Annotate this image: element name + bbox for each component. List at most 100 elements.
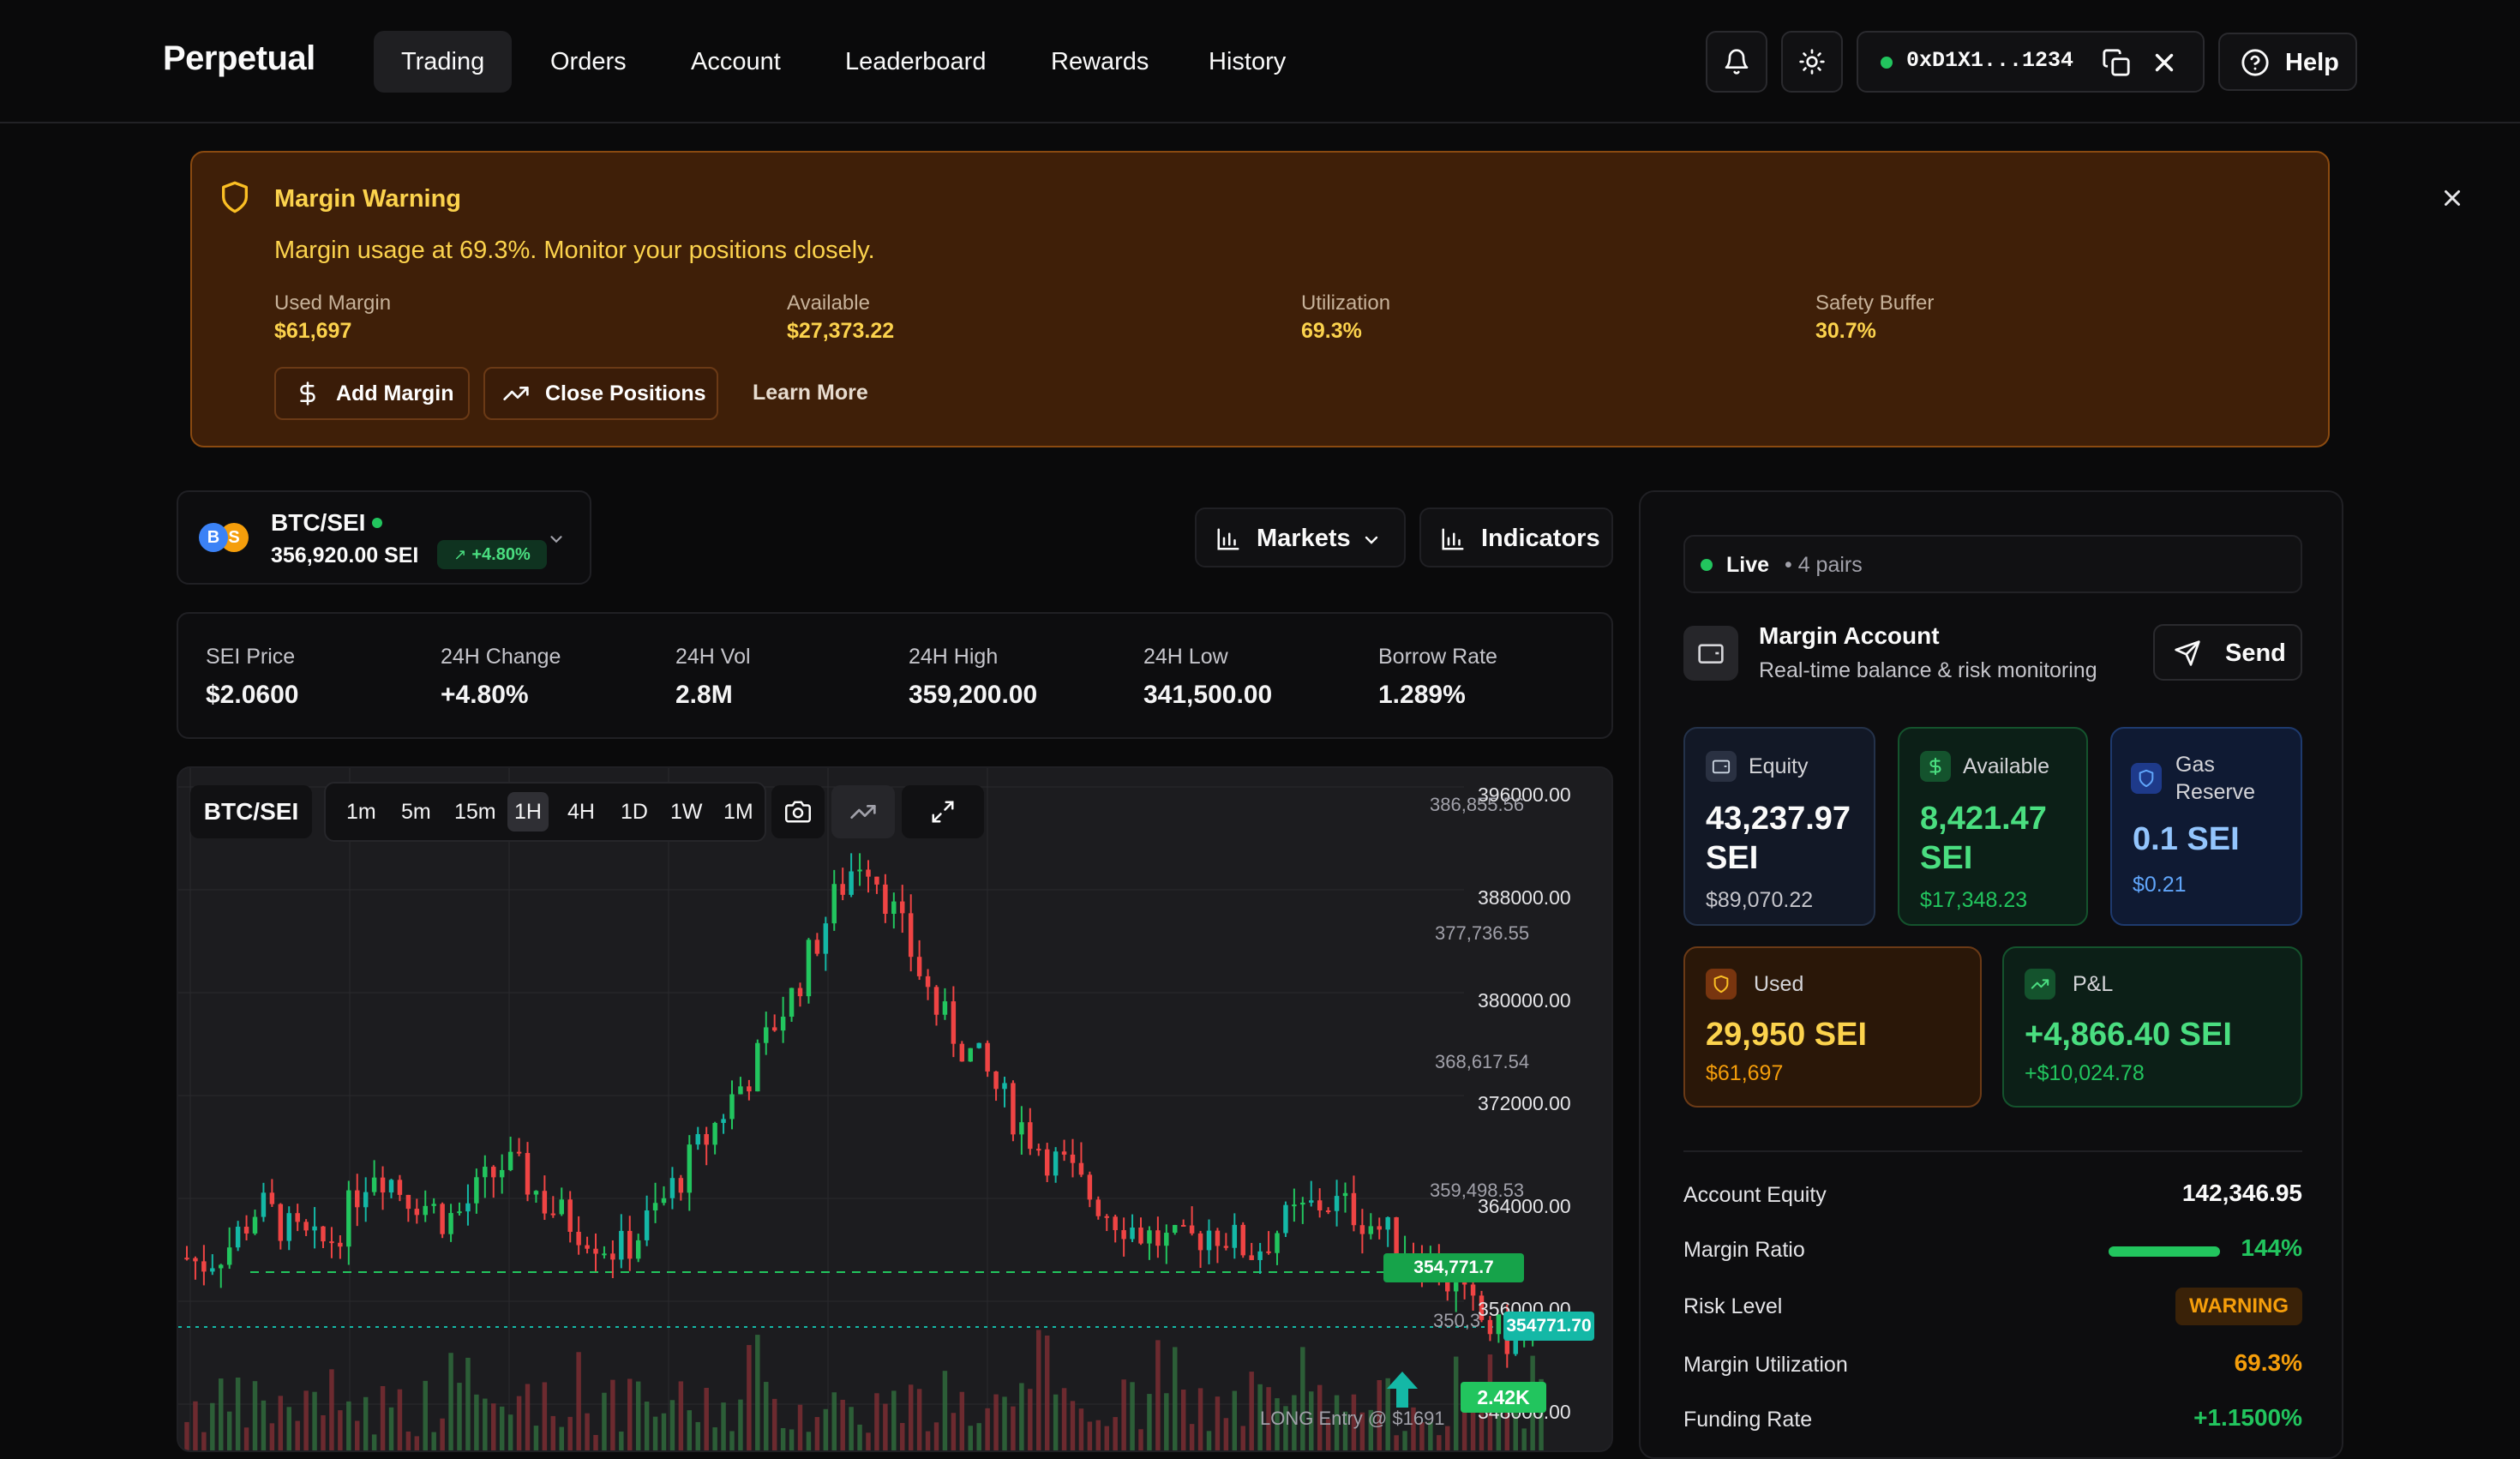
- divider: [1683, 1150, 2302, 1152]
- high-24h-label: 24H High: [909, 645, 999, 669]
- current-price-tag: 354771.70: [1503, 1312, 1594, 1341]
- app-logo[interactable]: Perpetual: [163, 39, 315, 78]
- volume-bar: [295, 1420, 300, 1450]
- entry-price-tag: 354,771.7: [1383, 1253, 1524, 1282]
- candle-body: [806, 940, 812, 997]
- volume-bar: [303, 1390, 309, 1450]
- candle-body: [831, 884, 837, 924]
- margin-utilization-value: 69.3%: [2234, 1349, 2302, 1376]
- help-button[interactable]: Help: [2218, 33, 2357, 91]
- sei-price-value: $2.0600: [206, 681, 299, 709]
- timeframe-15m[interactable]: 15m: [447, 792, 503, 832]
- candle-body: [1470, 1284, 1476, 1296]
- account-equity-value: 142,346.95: [2181, 1180, 2302, 1206]
- candle-body: [916, 957, 922, 976]
- volume-bar: [457, 1383, 462, 1450]
- volume-bar: [916, 1389, 922, 1450]
- volume-bar: [1053, 1394, 1059, 1450]
- markets-button[interactable]: Markets: [1195, 507, 1406, 567]
- pair-selector[interactable]: B S BTC/SEI 356,920.00 SEI ↗ +4.80%: [177, 490, 591, 585]
- add-margin-button[interactable]: Add Margin: [274, 367, 470, 420]
- volume-bar: [951, 1413, 957, 1450]
- help-circle-icon: [2241, 49, 2269, 76]
- volume-bar: [1130, 1382, 1135, 1450]
- learn-more-link[interactable]: Learn More: [753, 381, 868, 405]
- timeframe-1d[interactable]: 1D: [614, 792, 655, 832]
- chart-type-toggle[interactable]: [831, 785, 895, 838]
- volume-bar: [1232, 1390, 1238, 1450]
- help-label: Help: [2285, 49, 2339, 76]
- timeframe-5m[interactable]: 5m: [394, 792, 438, 832]
- low-24h-label: 24H Low: [1143, 645, 1228, 669]
- fullscreen-button[interactable]: [902, 785, 984, 838]
- candle-body: [1138, 1227, 1143, 1244]
- tab-rewards[interactable]: Rewards: [1023, 31, 1176, 93]
- used-margin-card: Used 29,950 SEI $61,697: [1683, 946, 1982, 1108]
- timeframe-1m[interactable]: 1m: [339, 792, 383, 832]
- candle-body: [1325, 1210, 1331, 1213]
- used-usd: $61,697: [1706, 1061, 1784, 1085]
- timeframe-1h[interactable]: 1H: [507, 792, 549, 832]
- candle-body: [1173, 1225, 1178, 1234]
- high-24h-value: 359,200.00: [909, 681, 1038, 709]
- candle-body: [567, 1199, 573, 1232]
- pnl-value: +4,866.40 SEI: [2025, 1017, 2232, 1053]
- volume-bar: [1113, 1417, 1118, 1450]
- tab-trading[interactable]: Trading: [374, 31, 513, 93]
- dismiss-warning-button[interactable]: [2439, 185, 2465, 215]
- available-value: $27,373.22: [787, 319, 895, 343]
- candle-body: [968, 1048, 973, 1062]
- volume-bar: [576, 1352, 581, 1450]
- candle-body: [184, 1258, 189, 1260]
- price-chart-panel[interactable]: [177, 766, 1613, 1452]
- volume-bar: [627, 1378, 633, 1450]
- close-positions-button[interactable]: Close Positions: [483, 367, 718, 420]
- close-icon: [2445, 190, 2460, 206]
- candlestick-chart[interactable]: [178, 768, 1613, 1452]
- tab-leaderboard[interactable]: Leaderboard: [818, 31, 1013, 93]
- disconnect-wallet-button[interactable]: [2150, 48, 2179, 81]
- indicators-button[interactable]: Indicators: [1419, 507, 1613, 567]
- candle-body: [1445, 1282, 1450, 1292]
- margin-ratio-bar: [2109, 1246, 2220, 1257]
- candle-body: [226, 1247, 232, 1265]
- screenshot-button[interactable]: [771, 785, 825, 838]
- volume-bar: [516, 1396, 522, 1450]
- volume-bar: [269, 1423, 275, 1450]
- tab-history[interactable]: History: [1181, 31, 1313, 93]
- used-value: 29,950 SEI: [1706, 1017, 1868, 1053]
- volume-bar: [346, 1401, 351, 1450]
- margin-utilization-label: Margin Utilization: [1683, 1353, 1848, 1377]
- wallet-chip[interactable]: 0xD1X1...1234: [1857, 31, 2205, 93]
- volume-bar: [797, 1404, 803, 1450]
- candle-body: [550, 1213, 556, 1216]
- tab-orders[interactable]: Orders: [523, 31, 654, 93]
- timeframe-1w[interactable]: 1W: [663, 792, 710, 832]
- margin-ratio-label: Margin Ratio: [1683, 1238, 1805, 1262]
- copy-icon: [2103, 49, 2130, 76]
- timeframe-1m[interactable]: 1M: [717, 792, 760, 832]
- candle-body: [1240, 1224, 1245, 1256]
- candle-body: [440, 1204, 445, 1234]
- send-button[interactable]: Send: [2153, 624, 2302, 681]
- volume-bar: [678, 1381, 684, 1450]
- available-icon-badge: [1920, 751, 1951, 782]
- theme-toggle-button[interactable]: [1781, 31, 1843, 93]
- candle-body: [1300, 1202, 1305, 1205]
- notifications-button[interactable]: [1706, 31, 1767, 93]
- used-icon-badge: [1706, 969, 1737, 1000]
- copy-address-button[interactable]: [2102, 48, 2131, 81]
- volume-bar: [874, 1393, 879, 1450]
- tab-account[interactable]: Account: [663, 31, 808, 93]
- candle-body: [771, 1027, 777, 1031]
- volume-bar: [1078, 1408, 1084, 1450]
- volume-bar: [525, 1384, 531, 1450]
- volume-24h-label: 24H Vol: [675, 645, 751, 669]
- timeframe-4h[interactable]: 4H: [561, 792, 602, 832]
- volume-tag: 2.42K: [1461, 1382, 1546, 1413]
- candle-body: [1121, 1230, 1126, 1240]
- gas-icon-badge: [2131, 763, 2162, 794]
- candle-body: [959, 1043, 965, 1062]
- volume-bar: [712, 1427, 717, 1450]
- candle-body: [321, 1226, 326, 1242]
